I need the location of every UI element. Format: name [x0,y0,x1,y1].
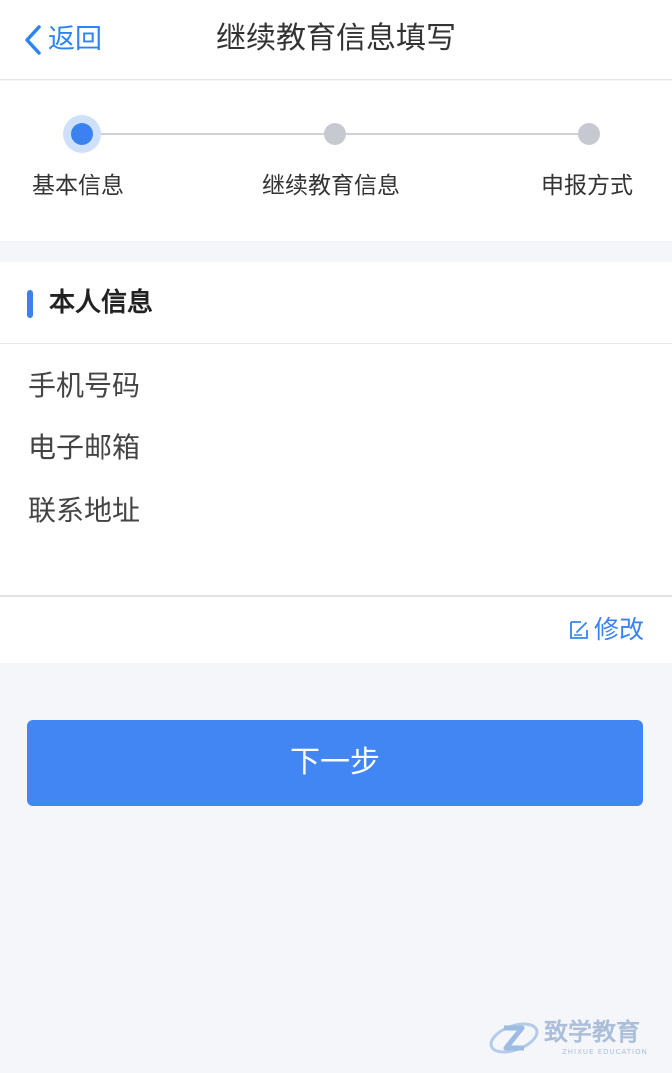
step-dot [578,123,600,145]
edit-label: 修改 [593,615,644,644]
step-label-continuing-education: 继续教育信息 [262,173,400,199]
logo-icon [489,1022,539,1054]
next-step-button[interactable]: 下一步 [27,720,643,806]
back-button[interactable]: 返回 [22,20,102,60]
chevron-left-icon [25,25,41,55]
section-accent-bar [27,290,33,318]
edit-icon [570,621,588,639]
step-connector [92,133,324,135]
personal-info-card: 本人信息 手机号码 电子邮箱 联系地址 修改 [0,262,672,663]
card-divider [0,595,672,597]
watermark-subtitle: ZHIXUE EDUCATION [562,1048,648,1056]
header-bar: 返回 继续教育信息填写 [0,0,672,80]
watermark-logo: 致学教育 ZHIXUE EDUCATION [488,1014,658,1064]
step-indicator: 基本信息 继续教育信息 申报方式 [0,81,672,241]
step-dot-active [63,115,101,153]
section-header: 本人信息 [0,262,672,344]
edit-button[interactable]: 修改 [568,612,644,648]
step-connector [346,133,578,135]
back-label: 返回 [48,24,102,55]
field-phone-number: 手机号码 [28,369,141,402]
watermark-name: 致学教育 [544,1018,640,1046]
step-label-declaration-method: 申报方式 [541,173,633,199]
section-title: 本人信息 [49,288,154,318]
field-contact-address: 联系地址 [28,494,141,527]
step-label-basic-info: 基本信息 [32,173,124,199]
field-email: 电子邮箱 [28,431,141,464]
step-dot [324,123,346,145]
